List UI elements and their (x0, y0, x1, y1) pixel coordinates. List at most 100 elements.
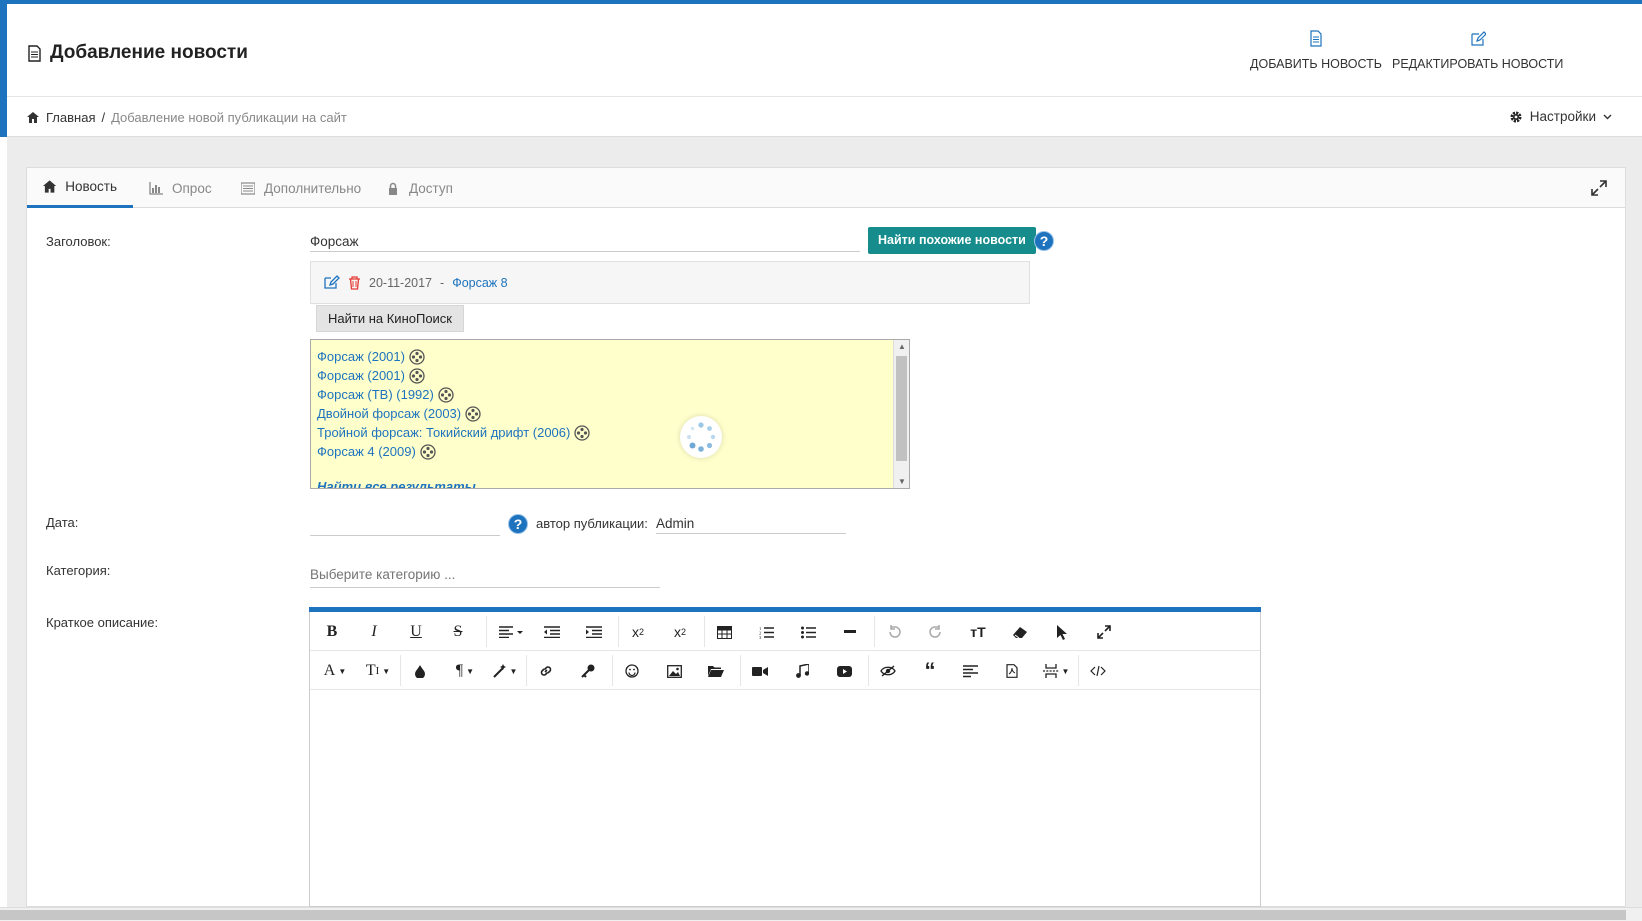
redo-icon[interactable] (922, 620, 950, 644)
list-icon (241, 181, 255, 195)
trash-icon[interactable] (348, 275, 361, 290)
category-select[interactable] (310, 562, 660, 588)
similar-dash: - (440, 275, 445, 290)
italic-icon[interactable]: I (360, 620, 388, 644)
horizontal-scroll-thumb[interactable] (0, 910, 1626, 920)
fullscreen-icon[interactable] (1090, 620, 1118, 644)
find-similar-button[interactable]: Найти похожие новости (868, 227, 1036, 254)
image-icon[interactable] (660, 659, 688, 683)
font-family-icon[interactable]: A ▼ (318, 659, 352, 683)
bar-chart-icon (149, 181, 163, 195)
lock-icon (389, 182, 397, 195)
horizontal-rule-icon[interactable] (836, 620, 864, 644)
unordered-list-icon[interactable] (794, 620, 822, 644)
video-icon[interactable] (746, 659, 774, 683)
breadcrumb-home[interactable]: Главная (27, 110, 95, 125)
category-label: Категория: (46, 563, 111, 578)
similar-news-box: 20-11-2017 - Форсаж 8 (310, 261, 1030, 304)
scroll-up-icon[interactable]: ▲ (898, 342, 906, 351)
tab-poll[interactable]: Опрос (133, 168, 228, 208)
date-input[interactable] (310, 512, 500, 536)
key-icon[interactable] (574, 659, 602, 683)
text-align-icon[interactable] (956, 659, 984, 683)
superscript-icon[interactable]: x2 (666, 620, 694, 644)
link-icon[interactable] (532, 659, 560, 683)
breadcrumb-home-label: Главная (46, 110, 96, 125)
ordered-list-icon[interactable]: 123 (752, 620, 780, 644)
color-icon[interactable] (406, 659, 434, 683)
list-item[interactable]: Форсаж 4 (2009) (317, 442, 590, 461)
all-results-link[interactable]: Найти все результаты (317, 479, 476, 488)
film-reel-icon (409, 367, 425, 384)
edit-icon[interactable] (323, 275, 340, 290)
editor-content-area[interactable] (310, 691, 1260, 908)
result-title: Двойной форсаж (2003) (317, 406, 462, 421)
settings-label: Настройки (1529, 109, 1596, 124)
tab-additional[interactable]: Дополнительно (225, 168, 377, 208)
home-icon (43, 180, 57, 193)
undo-icon[interactable] (880, 620, 908, 644)
scroll-down-icon[interactable]: ▼ (898, 477, 906, 486)
results-scrollbar[interactable]: ▲ ▼ (893, 340, 909, 488)
paragraph-icon[interactable]: ¶ ▼ (448, 659, 482, 683)
hide-icon[interactable] (874, 659, 902, 683)
breadcrumb-bar: Главная / Добавление новой публикации на… (7, 97, 1642, 137)
list-item[interactable]: Тройной форсаж: Токийский дрифт (2006) (317, 423, 590, 442)
table-icon[interactable] (710, 620, 738, 644)
horizontal-scrollbar[interactable] (0, 907, 1642, 921)
find-kinopoisk-button[interactable]: Найти на КиноПоиск (316, 305, 464, 332)
indent-icon[interactable] (580, 620, 608, 644)
help-icon[interactable]: ? (1034, 231, 1054, 251)
pdf-icon[interactable] (998, 659, 1026, 683)
audio-icon[interactable] (788, 659, 816, 683)
tab-poll-label: Опрос (172, 180, 212, 196)
gear-icon (1510, 111, 1522, 122)
film-reel-icon (574, 424, 590, 441)
underline-icon[interactable]: U (402, 620, 430, 644)
smile-icon[interactable] (618, 659, 646, 683)
edit-news-label: РЕДАКТИРОВАТЬ НОВОСТИ (1392, 57, 1564, 71)
add-news-button[interactable]: ДОБАВИТЬ НОВОСТЬ (1250, 30, 1382, 71)
result-title: Форсаж (ТВ) (1992) (317, 387, 434, 402)
text-size-icon[interactable]: тT (964, 620, 992, 644)
expand-icon[interactable] (1591, 180, 1607, 196)
bold-icon[interactable]: B (318, 620, 346, 644)
tab-access[interactable]: Доступ (370, 168, 469, 208)
result-title: Форсаж (2001) (317, 368, 405, 383)
font-size-icon[interactable]: T I ▼ (360, 659, 396, 683)
rich-text-editor: B I U S x2 x2 123 тT A ▼ T I ▼ ¶ ▼ ▼ “ ▼ (309, 607, 1261, 907)
pointer-icon[interactable] (1048, 620, 1076, 644)
eraser-icon[interactable] (1006, 620, 1034, 644)
list-item[interactable]: Форсаж (2001) (317, 366, 590, 385)
code-view-icon[interactable] (1084, 659, 1112, 683)
tab-news-label: Новость (65, 179, 117, 194)
chevron-down-icon (1603, 114, 1612, 119)
list-item[interactable]: Двойной форсаж (2003) (317, 404, 590, 423)
list-item[interactable]: Форсаж (2001) (317, 347, 590, 366)
outdent-icon[interactable] (538, 620, 566, 644)
settings-dropdown[interactable]: Настройки (1509, 109, 1612, 124)
folder-icon[interactable] (702, 659, 730, 683)
title-input[interactable] (310, 232, 860, 252)
edit-icon (1471, 31, 1486, 46)
scroll-thumb[interactable] (896, 356, 907, 461)
tab-access-label: Доступ (409, 180, 453, 196)
list-item[interactable]: Форсаж (ТВ) (1992) (317, 385, 590, 404)
youtube-icon[interactable] (830, 659, 858, 683)
strikethrough-icon[interactable]: S (444, 620, 472, 644)
author-input[interactable] (656, 514, 846, 534)
tab-news[interactable]: Новость (27, 168, 133, 208)
document-icon (1310, 30, 1322, 47)
page-break-icon[interactable]: ▼ (1038, 659, 1074, 683)
add-news-label: ДОБАВИТЬ НОВОСТЬ (1250, 57, 1382, 71)
quote-icon[interactable]: “ (916, 659, 944, 683)
magic-wand-icon[interactable]: ▼ (488, 659, 522, 683)
film-reel-icon (409, 348, 425, 365)
subscript-icon[interactable]: x2 (624, 620, 652, 644)
result-title: Форсаж 4 (2009) (317, 444, 416, 459)
edit-news-button[interactable]: РЕДАКТИРОВАТЬ НОВОСТИ (1392, 30, 1563, 71)
author-label: автор публикации: (536, 516, 648, 531)
date-help-icon[interactable]: ? (508, 514, 528, 534)
align-icon[interactable] (492, 620, 532, 644)
similar-news-link[interactable]: Форсаж 8 (452, 276, 507, 290)
